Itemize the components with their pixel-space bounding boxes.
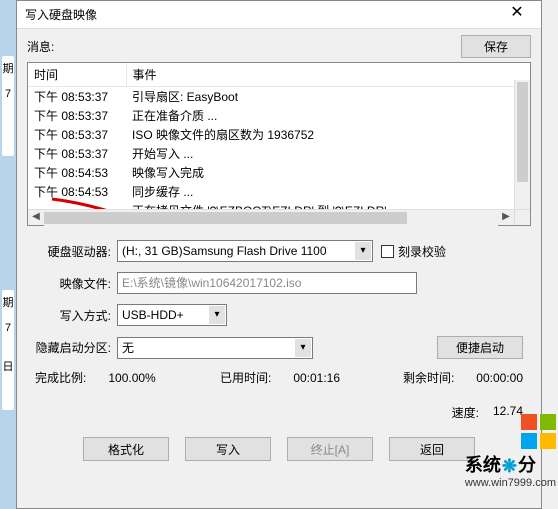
close-button[interactable]: ✕ [497,2,537,28]
vertical-scrollbar[interactable] [514,80,530,209]
image-path-value: E:\系统\镜像\win10642017102.iso [122,273,301,293]
log-header-event[interactable]: 事件 [126,63,530,87]
bg-text: 期 7 日 [2,290,14,410]
message-label: 消息: [27,38,54,55]
log-cell-event: 同步缓存 ... [126,182,530,201]
log-cell-time: 下午 08:54:53 [28,182,126,201]
checkbox-box [381,245,394,258]
elapsed-value: 00:01:16 [293,371,340,385]
log-header-time[interactable]: 时间 [28,63,126,87]
speed-value: 12.74 [493,404,523,421]
log-cell-event: 映像写入完成 [126,163,530,182]
abort-button: 终止[A] [287,437,373,461]
log-row: 下午 08:53:37正在准备介质 ... [28,106,530,125]
drive-value: (H:, 31 GB)Samsung Flash Drive 1100 [122,241,327,261]
log-row: 下午 08:53:37引导扇区: EasyBoot [28,87,530,107]
speed-label: 速度: [452,404,479,421]
dialog-window: 写入硬盘映像 ✕ 消息: 保存 时间 事件 下午 08:53:37引导扇区: E… [16,0,542,509]
log-cell-event: 开始写入 ... [126,144,530,163]
percent-value: 100.00% [108,371,155,385]
log-row: 下午 08:53:37ISO 映像文件的扇区数为 1936752 [28,125,530,144]
quick-boot-button[interactable]: 便捷启动 [437,336,523,359]
format-button[interactable]: 格式化 [83,437,169,461]
chevron-down-icon: ▾ [295,339,311,357]
image-label: 映像文件: [35,275,117,292]
save-button[interactable]: 保存 [461,35,531,58]
image-path-field[interactable]: E:\系统\镜像\win10642017102.iso [117,272,417,294]
log-cell-event: ISO 映像文件的扇区数为 1936752 [126,125,530,144]
verify-checkbox[interactable]: 刻录校验 [381,243,446,260]
percent-label: 完成比例: [35,369,90,386]
log-cell-time: 下午 08:54:53 [28,163,126,182]
hidden-value: 无 [122,338,134,358]
horizontal-scrollbar[interactable]: ◀ ▶ [28,209,514,225]
log-row: 下午 08:54:53映像写入完成 [28,163,530,182]
log-cell-time: 下午 08:53:37 [28,125,126,144]
log-cell-time: 下午 08:53:37 [28,106,126,125]
log-panel: 时间 事件 下午 08:53:37引导扇区: EasyBoot下午 08:53:… [27,62,531,226]
write-button[interactable]: 写入 [185,437,271,461]
method-select[interactable]: USB-HDD+ ▾ [117,304,227,326]
log-row: 下午 08:53:37开始写入 ... [28,144,530,163]
log-row: 下午 08:54:53同步缓存 ... [28,182,530,201]
background-strip: 期 7 期 7 日 [0,0,16,509]
chevron-down-icon: ▾ [355,242,371,260]
drive-select[interactable]: (H:, 31 GB)Samsung Flash Drive 1100 ▾ [117,240,373,262]
bg-text: 期 7 [2,56,14,156]
hidden-label: 隐藏启动分区: [35,339,117,356]
scroll-left-icon[interactable]: ◀ [28,210,44,226]
elapsed-label: 已用时间: [220,369,275,386]
method-value: USB-HDD+ [122,305,184,325]
scroll-corner [514,209,530,225]
chevron-down-icon: ▾ [209,306,225,324]
log-cell-event: 引导扇区: EasyBoot [126,87,530,107]
remain-label: 剩余时间: [403,369,458,386]
hidden-select[interactable]: 无 ▾ [117,337,313,359]
scroll-right-icon[interactable]: ▶ [498,210,514,226]
log-cell-event: 正在准备介质 ... [126,106,530,125]
back-button[interactable]: 返回 [389,437,475,461]
method-label: 写入方式: [35,307,117,324]
drive-label: 硬盘驱动器: [35,243,117,260]
titlebar: 写入硬盘映像 ✕ [17,1,541,29]
log-cell-time: 下午 08:53:37 [28,144,126,163]
log-cell-time: 下午 08:53:37 [28,87,126,107]
window-title: 写入硬盘映像 [25,6,97,23]
verify-label: 刻录校验 [398,243,446,260]
remain-value: 00:00:00 [476,371,523,385]
